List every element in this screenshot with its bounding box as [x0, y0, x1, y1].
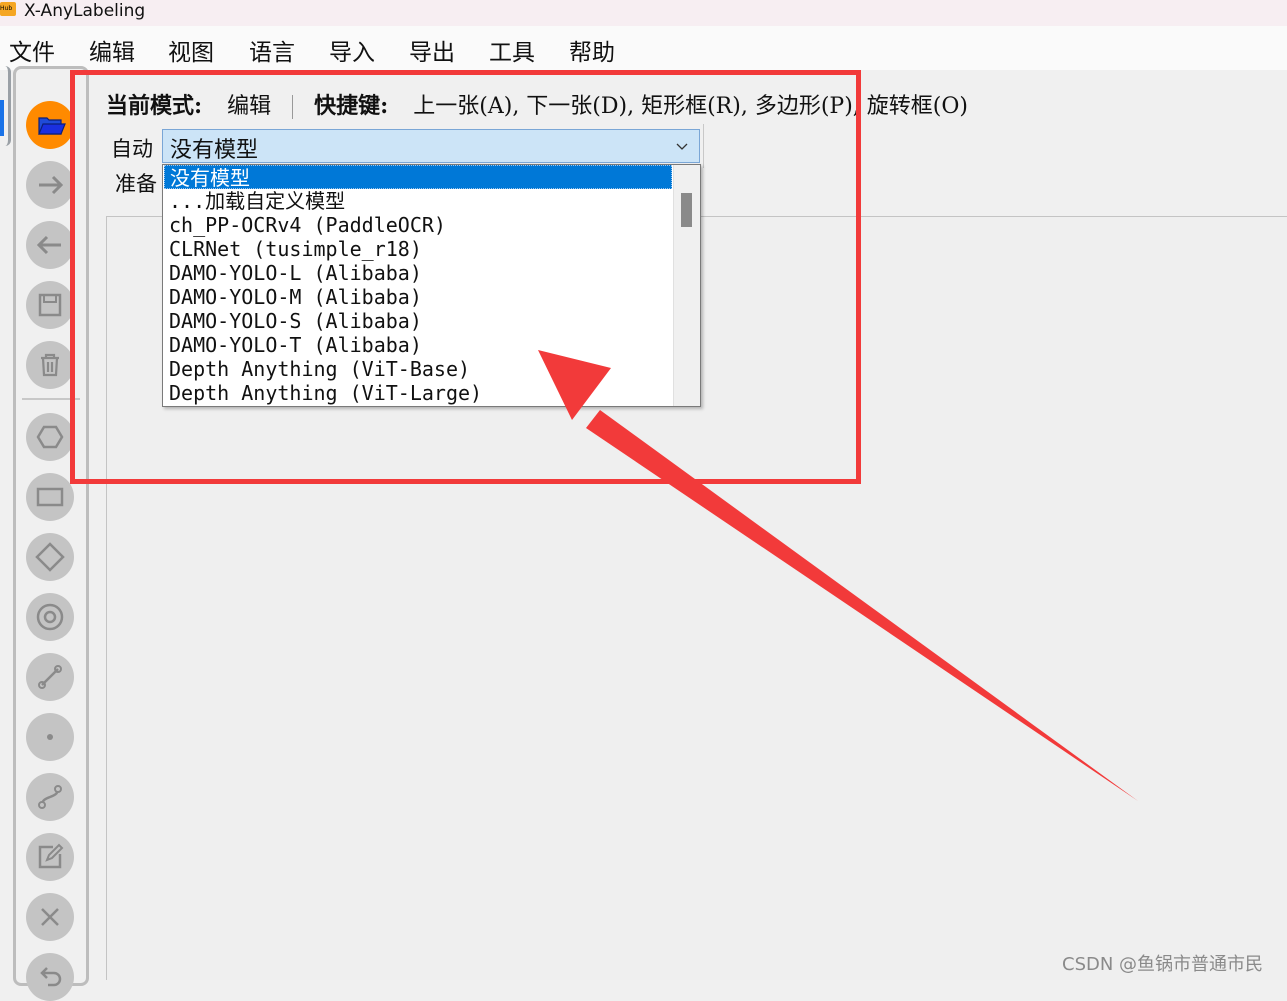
save-button[interactable] — [26, 281, 74, 329]
close-file-button[interactable] — [26, 893, 74, 941]
arrow-right-icon — [39, 175, 64, 195]
rotated-box-icon — [35, 542, 65, 572]
folder-open-icon — [38, 117, 66, 135]
window-title: X-AnyLabeling — [24, 1, 146, 21]
save-icon — [38, 293, 62, 317]
close-icon — [41, 908, 59, 926]
create-linestrip-button[interactable] — [26, 773, 74, 821]
edit-icon — [38, 843, 64, 869]
prev-image-button[interactable] — [26, 221, 74, 269]
create-rectangle-button[interactable] — [26, 473, 74, 521]
menu-language[interactable]: 语言 — [249, 33, 295, 67]
delete-file-button[interactable] — [26, 341, 74, 389]
dock-strip-indicator — [0, 100, 4, 136]
create-polygon-button[interactable] — [26, 413, 74, 461]
create-line-button[interactable] — [26, 653, 74, 701]
polygon-icon — [36, 425, 64, 449]
menu-view[interactable]: 视图 — [168, 33, 214, 67]
menu-bar: 文件 编辑 视图 语言 导入 导出 工具 帮助 — [0, 26, 1287, 70]
edit-mode-button[interactable] — [26, 833, 74, 881]
circle-icon — [36, 603, 64, 631]
menu-file[interactable]: 文件 — [9, 33, 55, 67]
title-bar: Hub X-AnyLabeling — [0, 0, 1287, 26]
line-icon — [38, 665, 62, 689]
create-rotated-box-button[interactable] — [26, 533, 74, 581]
rectangle-icon — [36, 487, 64, 507]
open-folder-button[interactable] — [26, 101, 74, 149]
app-logo-icon: Hub — [0, 2, 16, 16]
create-point-button[interactable] — [26, 713, 74, 761]
undo-icon — [40, 967, 62, 987]
undo-button[interactable] — [26, 953, 74, 1001]
trash-icon — [41, 353, 59, 377]
linestrip-icon — [38, 785, 62, 809]
next-image-button[interactable] — [26, 161, 74, 209]
point-icon — [47, 734, 53, 740]
arrow-left-icon — [36, 235, 61, 255]
menu-import[interactable]: 导入 — [329, 33, 375, 67]
menu-export[interactable]: 导出 — [409, 33, 455, 67]
highlight-box — [70, 70, 861, 484]
app-logo-text: Hub — [0, 5, 13, 12]
watermark-text: CSDN @鱼锅市普通市民 — [1062, 954, 1264, 975]
menu-edit[interactable]: 编辑 — [89, 33, 135, 67]
menu-tools[interactable]: 工具 — [489, 33, 535, 67]
menu-help[interactable]: 帮助 — [569, 33, 615, 67]
create-circle-button[interactable] — [26, 593, 74, 641]
